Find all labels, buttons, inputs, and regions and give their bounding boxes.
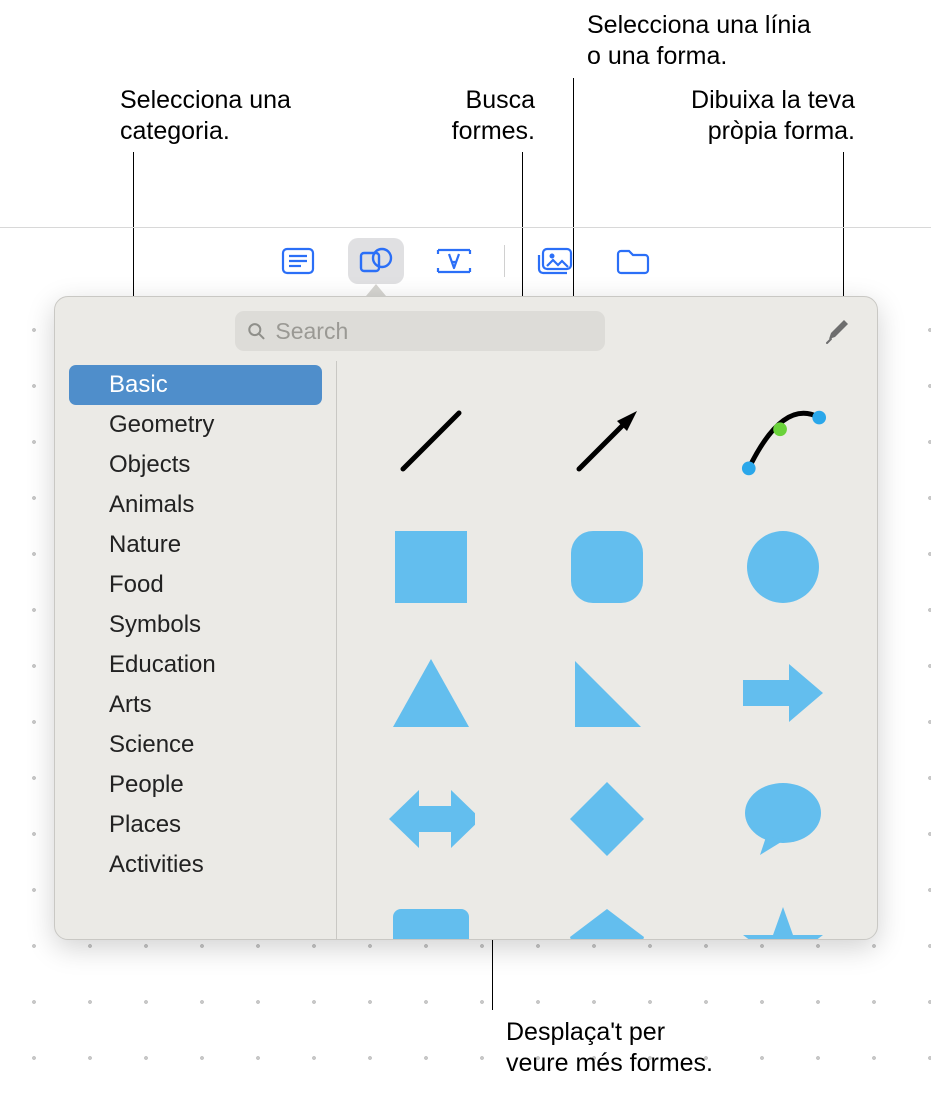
right-triangle-shape-icon	[571, 657, 643, 729]
star-shape-icon	[741, 905, 825, 939]
star-shape[interactable]	[739, 901, 827, 939]
callout-rect-shape-icon	[391, 907, 471, 939]
arrow-right-shape[interactable]	[739, 649, 827, 737]
shapes-grid-area[interactable]	[337, 361, 877, 939]
arrow-left-right-shape[interactable]	[387, 775, 475, 863]
panel-header	[55, 297, 877, 361]
category-item-symbols[interactable]: Symbols	[69, 605, 322, 645]
curve-editable-shape-icon	[739, 401, 827, 481]
shapes-popover: BasicGeometryObjectsAnimalsNatureFoodSym…	[54, 296, 878, 940]
category-item-nature[interactable]: Nature	[69, 525, 322, 565]
leader	[843, 152, 844, 310]
speech-bubble-shape[interactable]	[739, 775, 827, 863]
arrow-right-shape-icon	[741, 662, 825, 724]
text-box-button[interactable]	[426, 238, 482, 284]
rounded-square-shape-icon	[569, 529, 645, 605]
text-block-button[interactable]	[270, 238, 326, 284]
category-sidebar: BasicGeometryObjectsAnimalsNatureFoodSym…	[55, 361, 337, 939]
arrow-line-shape[interactable]	[563, 397, 651, 485]
media-button[interactable]	[527, 238, 583, 284]
callout-search-shapes: Buscaformes.	[435, 85, 535, 148]
triangle-shape-icon	[391, 657, 471, 729]
search-icon	[247, 321, 265, 341]
curve-editable-shape[interactable]	[739, 397, 827, 485]
circle-shape[interactable]	[739, 523, 827, 611]
circle-shape-icon	[745, 529, 821, 605]
callout-select-line: Selecciona una líniao una forma.	[587, 10, 811, 73]
toolbar-separator	[504, 245, 505, 277]
category-item-people[interactable]: People	[69, 765, 322, 805]
leader	[573, 78, 574, 328]
callout-rect-shape[interactable]	[387, 901, 475, 939]
search-input[interactable]	[275, 318, 593, 345]
right-triangle-shape[interactable]	[563, 649, 651, 737]
diamond-shape[interactable]	[563, 775, 651, 863]
pen-icon	[823, 317, 851, 345]
leader	[522, 152, 523, 312]
pentagon-shape[interactable]	[563, 901, 651, 939]
insert-toolbar	[0, 238, 931, 284]
divider	[0, 227, 931, 228]
triangle-shape[interactable]	[387, 649, 475, 737]
category-item-activities[interactable]: Activities	[69, 845, 322, 885]
category-item-animals[interactable]: Animals	[69, 485, 322, 525]
square-shape-icon	[393, 529, 469, 605]
callout-select-category: Selecciona unacategoria.	[120, 85, 291, 148]
leader	[492, 930, 493, 1010]
category-item-basic[interactable]: Basic	[69, 365, 322, 405]
line-shape-icon	[391, 401, 471, 481]
shapes-grid	[373, 397, 841, 939]
callout-draw-own: Dibuixa la tevapròpia forma.	[655, 85, 855, 148]
arrow-line-shape-icon	[567, 401, 647, 481]
shapes-icon	[358, 245, 394, 277]
folder-icon	[615, 246, 651, 276]
shapes-button[interactable]	[348, 238, 404, 284]
text-box-icon	[434, 246, 474, 276]
draw-shape-button[interactable]	[819, 313, 855, 349]
speech-bubble-shape-icon	[742, 781, 824, 857]
callout-scroll-more: Desplaça't perveure més formes.	[506, 1017, 713, 1080]
arrow-left-right-shape-icon	[387, 788, 475, 850]
media-icon	[535, 246, 575, 276]
folder-button[interactable]	[605, 238, 661, 284]
category-item-arts[interactable]: Arts	[69, 685, 322, 725]
category-item-objects[interactable]: Objects	[69, 445, 322, 485]
search-field-wrap[interactable]	[235, 311, 605, 351]
panel-body: BasicGeometryObjectsAnimalsNatureFoodSym…	[55, 361, 877, 939]
category-item-places[interactable]: Places	[69, 805, 322, 845]
square-shape[interactable]	[387, 523, 475, 611]
diamond-shape-icon	[568, 780, 646, 858]
rounded-square-shape[interactable]	[563, 523, 651, 611]
category-item-food[interactable]: Food	[69, 565, 322, 605]
text-block-icon	[281, 247, 315, 275]
pentagon-shape-icon	[568, 907, 646, 939]
line-shape[interactable]	[387, 397, 475, 485]
category-item-geometry[interactable]: Geometry	[69, 405, 322, 445]
category-item-science[interactable]: Science	[69, 725, 322, 765]
category-item-education[interactable]: Education	[69, 645, 322, 685]
